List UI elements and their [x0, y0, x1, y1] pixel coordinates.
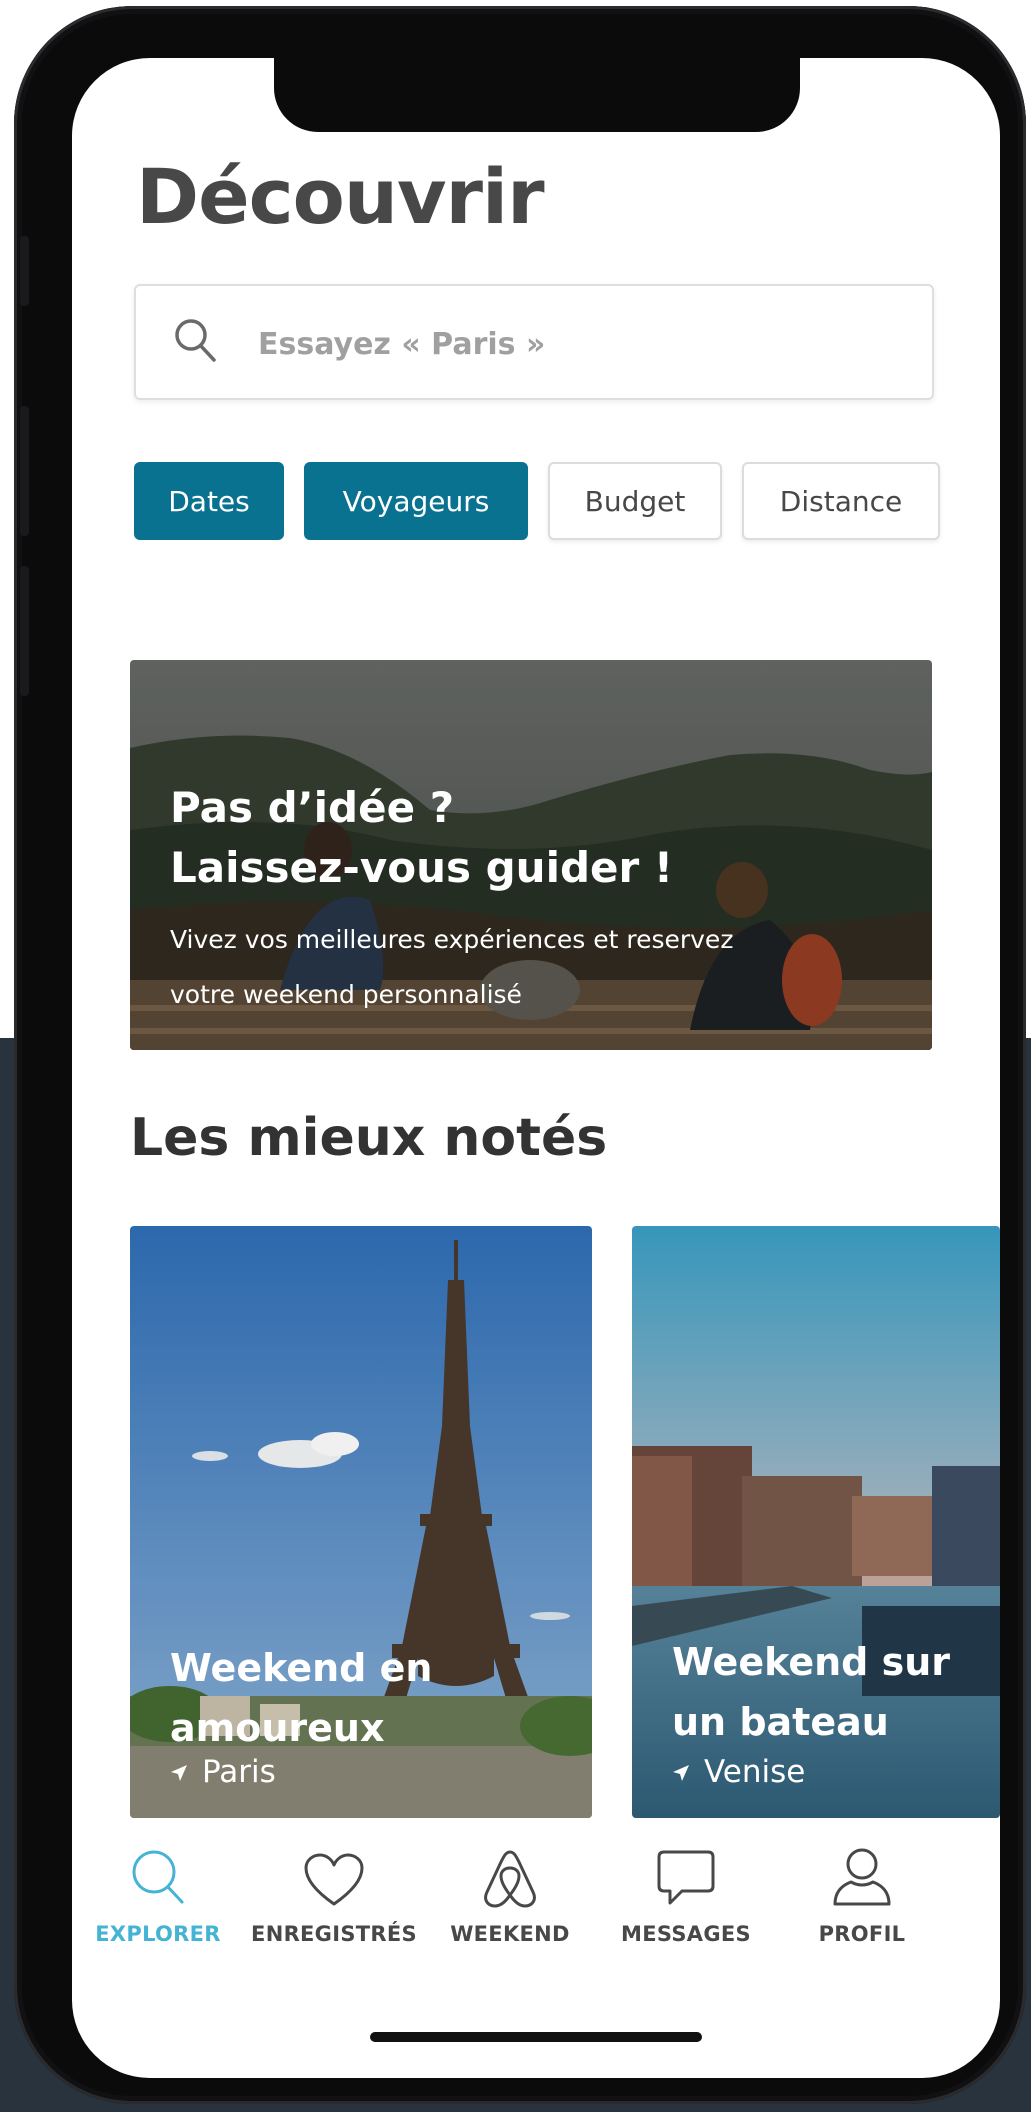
search-input[interactable]	[256, 318, 900, 370]
location-arrow-icon	[672, 1754, 690, 1790]
filter-dates[interactable]: Dates	[134, 462, 284, 540]
guide-banner[interactable]: Pas d’idée ? Laissez-vous guider ! Vivez …	[130, 660, 932, 1050]
guide-banner-subtitle: Vivez vos meilleures expériences et rese…	[170, 925, 734, 1009]
section-title-top-rated: Les mieux notés	[130, 1108, 608, 1168]
tab-enregistres[interactable]: ENREGISTRÉS	[244, 1838, 424, 1968]
user-icon	[831, 1838, 893, 1908]
location-arrow-icon	[170, 1754, 188, 1790]
search-icon	[128, 1838, 188, 1908]
bottom-tab-bar: EXPLORER ENREGISTRÉS WEEKEND MESSAGES PR…	[72, 1838, 1000, 1978]
airbnb-logo-icon	[482, 1838, 538, 1908]
heart-icon	[303, 1838, 365, 1908]
tab-explorer[interactable]: EXPLORER	[72, 1838, 248, 1968]
card-location-venise: Venise	[672, 1754, 805, 1790]
screen: Découvrir Dates Voyageurs Budget Distanc…	[72, 58, 1000, 2078]
volume-up-button	[20, 406, 29, 536]
search-bar[interactable]	[134, 284, 934, 400]
tab-profil[interactable]: PROFIL	[772, 1838, 952, 1968]
mute-switch	[20, 236, 29, 306]
destination-card-paris[interactable]: Weekend en amoureux Paris	[130, 1226, 592, 1818]
search-icon	[172, 316, 220, 370]
notch	[274, 58, 800, 132]
volume-down-button	[20, 566, 29, 696]
guide-banner-title: Pas d’idée ? Laissez-vous guider !	[170, 783, 674, 892]
tab-messages[interactable]: MESSAGES	[596, 1838, 776, 1968]
card-title-paris: Weekend en amoureux	[170, 1646, 433, 1750]
filter-voyageurs[interactable]: Voyageurs	[304, 462, 528, 540]
card-location-paris: Paris	[170, 1754, 276, 1790]
filter-distance[interactable]: Distance	[742, 462, 940, 540]
home-indicator[interactable]	[370, 2032, 702, 2042]
card-title-venise: Weekend sur un bateau	[672, 1640, 951, 1744]
chat-bubble-icon	[656, 1838, 716, 1908]
phone-frame: Découvrir Dates Voyageurs Budget Distanc…	[14, 6, 1026, 2104]
tab-weekend[interactable]: WEEKEND	[420, 1838, 600, 1968]
page-title: Découvrir	[136, 152, 545, 241]
filter-budget[interactable]: Budget	[548, 462, 722, 540]
destination-card-venise[interactable]: Weekend sur un bateau Venise	[632, 1226, 1000, 1818]
